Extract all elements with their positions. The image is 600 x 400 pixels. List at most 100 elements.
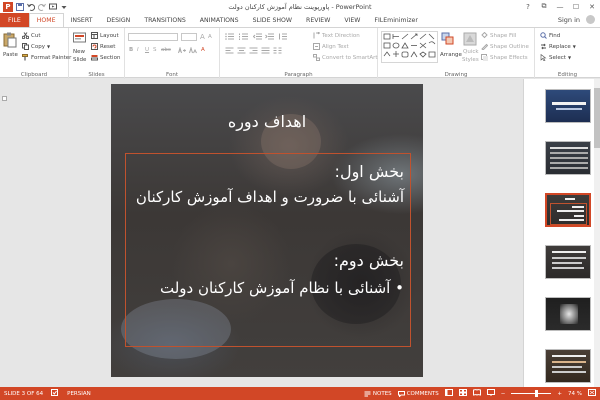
columns-icon[interactable] — [273, 47, 282, 54]
line-spacing-icon[interactable] — [278, 33, 287, 40]
maximize-button[interactable]: ☐ — [568, 0, 584, 13]
tab-review[interactable]: REVIEW — [299, 13, 337, 27]
font-size-combo[interactable] — [181, 33, 197, 41]
notes-button[interactable]: NOTES — [364, 391, 392, 397]
slide-thumbnail-4[interactable] — [545, 245, 591, 279]
convert-to-smartart-button[interactable]: Convert to SmartArt — [313, 54, 378, 61]
content-placeholder[interactable]: بخش اول: آشنائی با ضرورت و اهداف آموزش ک… — [125, 153, 411, 347]
spell-check-icon[interactable] — [51, 389, 59, 398]
paste-button[interactable]: Paste — [3, 52, 18, 58]
font-name-combo[interactable] — [128, 33, 178, 41]
comments-button[interactable]: COMMENTS — [397, 390, 439, 397]
slide-thumbnail-1[interactable] — [545, 89, 591, 123]
bullet-point: • — [395, 279, 404, 297]
font-color-button[interactable]: A — [201, 47, 205, 53]
align-center-icon[interactable] — [237, 47, 246, 54]
strikethrough-button[interactable]: abc — [161, 47, 171, 53]
zoom-out-button[interactable]: − — [501, 391, 506, 397]
reset-icon — [91, 43, 98, 50]
text-shadow-button[interactable]: S — [153, 47, 157, 53]
ribbon-display-options-button[interactable]: ⧉ — [536, 0, 552, 13]
tab-insert[interactable]: INSERT — [64, 13, 100, 27]
reading-view-icon[interactable] — [472, 389, 481, 398]
arrange-icon[interactable] — [441, 32, 455, 48]
zoom-in-button[interactable]: + — [557, 391, 562, 397]
slide-thumbnail-6[interactable] — [545, 349, 591, 383]
shape-effects-icon — [481, 54, 488, 61]
language-indicator[interactable]: PERSIAN — [67, 391, 91, 397]
slide-canvas[interactable]: اهداف دوره بخش اول: آشنائی با ضرورت و اه… — [111, 84, 423, 377]
underline-button[interactable]: U — [145, 47, 149, 53]
shapes-gallery[interactable] — [381, 31, 438, 63]
tab-file[interactable]: FILE — [0, 13, 29, 27]
copy-button[interactable]: Copy ▼ — [22, 43, 50, 50]
zoom-slider-knob[interactable] — [535, 390, 539, 397]
help-button[interactable]: ? — [520, 0, 536, 13]
align-right-icon[interactable] — [249, 47, 258, 54]
slide-show-icon[interactable] — [486, 389, 495, 398]
tab-view[interactable]: VIEW — [337, 13, 367, 27]
tab-transitions[interactable]: TRANSITIONS — [137, 13, 192, 27]
editing-group: Find Replace ▼ Select ▼ Editing — [535, 28, 600, 79]
chevron-down-icon: ▼ — [567, 55, 572, 60]
quick-styles-icon[interactable] — [463, 32, 477, 48]
tab-home[interactable]: HOME — [28, 13, 64, 27]
section-button[interactable]: Section — [91, 54, 120, 61]
fit-to-window-icon[interactable] — [588, 389, 596, 398]
thumbnails-scrollbar-thumb[interactable] — [594, 88, 600, 148]
change-case-icon[interactable] — [189, 47, 197, 54]
bold-button[interactable]: B — [129, 47, 133, 53]
cut-button[interactable]: Cut — [21, 32, 40, 40]
close-button[interactable]: ✕ — [584, 0, 600, 13]
slide-thumbnail-2[interactable] — [545, 141, 591, 175]
select-button[interactable]: Select ▼ — [540, 53, 572, 62]
decrease-indent-icon[interactable] — [253, 33, 262, 40]
slide-counter[interactable]: SLIDE 3 OF 64 — [4, 391, 43, 397]
normal-view-icon[interactable] — [444, 389, 453, 398]
tab-slide-show[interactable]: SLIDE SHOW — [246, 13, 299, 27]
reset-button[interactable]: Reset — [91, 43, 115, 50]
align-text-button[interactable]: Align Text — [313, 43, 349, 50]
thumbnails-scrollbar[interactable] — [594, 79, 600, 387]
new-slide-icon[interactable] — [73, 32, 87, 48]
slide-title[interactable]: اهداف دوره — [111, 112, 423, 131]
justify-icon[interactable] — [261, 47, 270, 54]
numbering-icon[interactable] — [239, 33, 249, 40]
slide-sorter-icon[interactable] — [458, 389, 467, 398]
new-slide-button[interactable]: New — [73, 49, 85, 55]
tab-design[interactable]: DESIGN — [99, 13, 137, 27]
find-button[interactable]: Find — [540, 32, 560, 39]
new-slide-button-line2[interactable]: Slide — [73, 57, 86, 63]
user-avatar-icon[interactable] — [586, 15, 595, 24]
zoom-slider[interactable] — [511, 390, 552, 397]
slide-thumbnail-5[interactable] — [545, 297, 591, 331]
replace-button[interactable]: Replace ▼ — [540, 43, 576, 50]
minimize-button[interactable]: — — [552, 0, 568, 13]
italic-button[interactable]: I — [137, 47, 139, 53]
shape-fill-button[interactable]: Shape Fill — [481, 31, 516, 39]
shape-effects-label: Shape Effects — [490, 54, 528, 61]
tab-animations[interactable]: ANIMATIONS — [193, 13, 246, 27]
sign-in-link[interactable]: Sign in — [558, 16, 580, 24]
comments-label: COMMENTS — [406, 390, 439, 397]
layout-label: Layout — [100, 32, 119, 39]
shape-effects-button[interactable]: Shape Effects — [481, 54, 528, 61]
collapse-ribbon-icon[interactable] — [2, 96, 7, 101]
increase-indent-icon[interactable] — [265, 33, 274, 40]
tab-fileminimizer[interactable]: FILEminimizer — [367, 13, 424, 27]
shape-outline-button[interactable]: Shape Outline — [481, 43, 529, 51]
paste-icon[interactable] — [3, 32, 17, 50]
align-left-icon[interactable] — [225, 47, 234, 54]
character-spacing-icon[interactable] — [178, 47, 186, 54]
slide-thumbnail-3[interactable] — [545, 193, 591, 227]
bullets-icon[interactable] — [225, 33, 235, 40]
quick-styles-button[interactable]: Quick — [463, 49, 479, 55]
arrange-button[interactable]: Arrange — [440, 52, 462, 58]
layout-button[interactable]: Layout — [91, 32, 119, 39]
grow-font-button[interactable]: A — [200, 33, 205, 41]
text-direction-button[interactable]: Text Direction — [313, 31, 360, 39]
format-painter-button[interactable]: Format Painter — [22, 54, 71, 61]
shrink-font-button[interactable]: A — [208, 34, 212, 40]
zoom-level[interactable]: 74 % — [568, 391, 582, 397]
quick-styles-button-line2[interactable]: Styles — [462, 57, 479, 63]
